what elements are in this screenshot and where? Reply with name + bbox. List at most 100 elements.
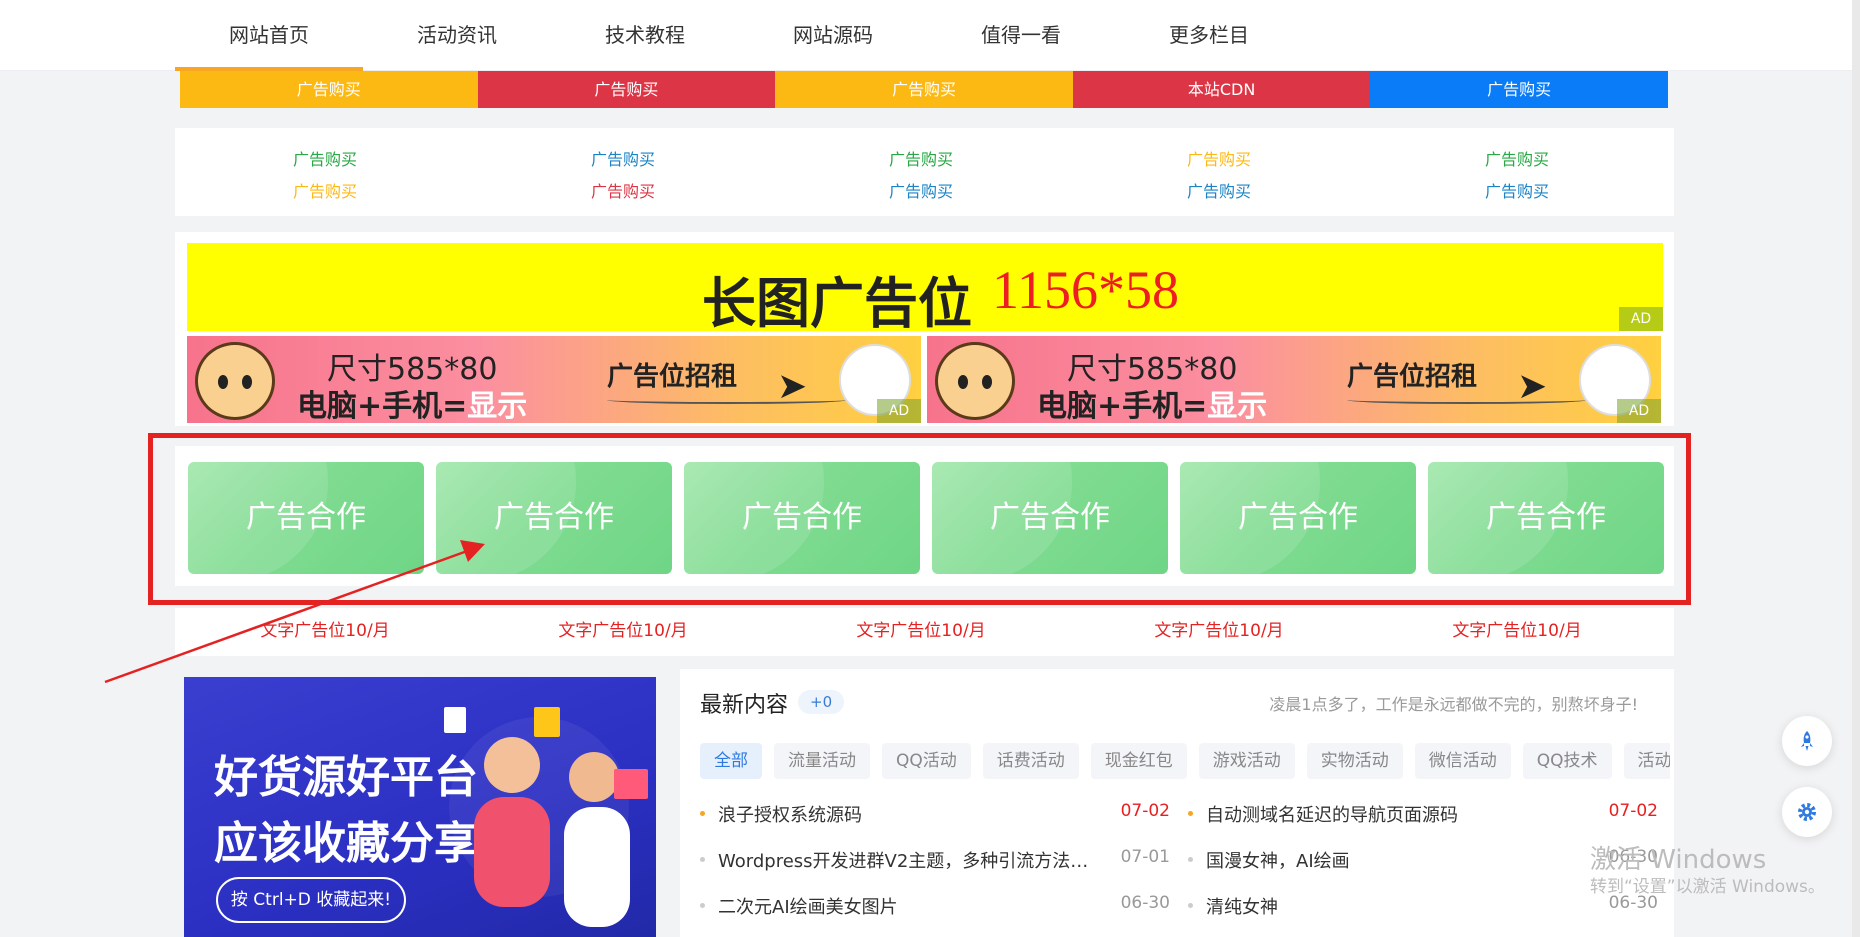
top-nav: 网站首页 活动资讯 技术教程 网站源码 值得一看 更多栏目 (0, 0, 1852, 71)
long-banner-ad[interactable]: 长图广告位 1156*58 AD (187, 243, 1663, 335)
tab-game[interactable]: 游戏活动 (1198, 743, 1295, 779)
color-ad-1[interactable]: 广告购买 (180, 71, 478, 108)
document-icon (534, 707, 560, 737)
text-ad-row: 文字广告位10/月 文字广告位10/月 文字广告位10/月 文字广告位10/月 … (175, 608, 1674, 656)
windows-watermark-hint: 转到“设置”以激活 Windows。 (1590, 877, 1825, 897)
item-title: 浪子授权系统源码 (718, 805, 862, 826)
text-ad-2[interactable]: 文字广告位10/月 (473, 616, 773, 641)
rocket-icon (1801, 731, 1813, 751)
wave-decoration (1347, 396, 1587, 404)
chart-icon (614, 769, 648, 799)
bullet-icon (700, 811, 705, 816)
text-link[interactable]: 广告购买 (1069, 176, 1369, 208)
text-ad-5[interactable]: 文字广告位10/月 (1367, 616, 1667, 641)
half-ad-line2-a: 电脑+手机= (297, 389, 468, 423)
paper-plane-icon: ➤ (1517, 366, 1548, 407)
text-link[interactable]: 广告购买 (771, 176, 1071, 208)
tab-qq-tech[interactable]: QQ技术 (1522, 743, 1612, 779)
highlight-box (148, 433, 1691, 605)
item-date: 07-01 (1120, 847, 1170, 867)
nav-item-tutorial[interactable]: 技术教程 (551, 0, 739, 71)
scrollbar[interactable] (1852, 0, 1860, 937)
tab-phone-bill[interactable]: 话费活动 (982, 743, 1079, 779)
slogan-text: 凌晨1点多了，工作是永远都做不完的，别熬坏身子! (1269, 695, 1638, 714)
person-icon (569, 752, 619, 802)
tab-traffic[interactable]: 流量活动 (774, 743, 870, 779)
nav-item-activity[interactable]: 活动资讯 (363, 0, 551, 71)
item-date: 07-02 (1120, 801, 1170, 821)
paper-plane-icon: ➤ (777, 366, 808, 407)
document-icon (444, 707, 466, 733)
text-link[interactable]: 广告购买 (175, 144, 475, 176)
banner-panel: 长图广告位 1156*58 AD 尺寸585*80 电脑+手机=显示 广告位招租… (175, 232, 1674, 426)
text-links-col-2: 广告购买 广告购买 (473, 144, 773, 208)
nav-item-home[interactable]: 网站首页 (175, 0, 363, 71)
item-title: 自动测域名延迟的导航页面源码 (1206, 805, 1458, 826)
text-link[interactable]: 广告购买 (1367, 144, 1667, 176)
text-ad-4[interactable]: 文字广告位10/月 (1069, 616, 1369, 641)
half-banner-ad-right[interactable]: 尺寸585*80 电脑+手机=显示 广告位招租 ➤ AD (927, 336, 1661, 423)
count-badge: +0 (798, 690, 845, 714)
text-links-col-3: 广告购买 广告购买 (771, 144, 1071, 208)
person-icon (484, 737, 540, 793)
list-item[interactable]: 自动测域名延迟的导航页面源码 07-02 (1188, 799, 1658, 829)
text-link[interactable]: 广告购买 (473, 176, 773, 208)
bullet-icon (1188, 903, 1193, 908)
bookmark-button[interactable]: 按 Ctrl+D 收藏起来! (216, 877, 406, 923)
text-links-col-4: 广告购买 广告购买 (1069, 144, 1369, 208)
promo-banner[interactable]: 好货源好平台 应该收藏分享 按 Ctrl+D 收藏起来! (184, 677, 656, 937)
item-title: 清纯女神 (1206, 897, 1278, 918)
promo-line1: 好货源好平台 (214, 752, 478, 803)
half-banner-ad-left[interactable]: 尺寸585*80 电脑+手机=显示 广告位招租 ➤ AD (187, 336, 921, 423)
text-links-col-1: 广告购买 广告购买 (175, 144, 475, 208)
half-ad-line2-b: 显示 (467, 389, 528, 423)
item-date: 07-02 (1608, 801, 1658, 821)
nav-item-more[interactable]: 更多栏目 (1115, 0, 1303, 71)
list-item[interactable]: 清纯女神 06-30 (1188, 891, 1658, 921)
half-ad-rent: 广告位招租 (607, 362, 738, 392)
windows-watermark-title: 激活 Windows (1590, 845, 1767, 875)
long-ad-text: 长图广告位 (702, 272, 972, 335)
person-body-icon (474, 797, 550, 907)
tab-wechat[interactable]: 微信活动 (1414, 743, 1511, 779)
cartoon-girl-icon (935, 342, 1015, 420)
latest-content-panel: 最新内容 +0 凌晨1点多了，工作是永远都做不完的，别熬坏身子! 全部 流量活动 Q… (680, 669, 1674, 937)
list-item[interactable]: Wordpress开发进群V2主题，多种引流方法，私... 07-01 (700, 845, 1170, 875)
list-item[interactable]: 国漫女神，AI绘画 06-30 (1188, 845, 1658, 875)
ad-tag: AD (1617, 399, 1661, 423)
color-ad-cdn[interactable]: 本站CDN (1072, 71, 1371, 108)
text-link[interactable]: 广告购买 (175, 176, 475, 208)
text-link[interactable]: 广告购买 (771, 144, 1071, 176)
list-item[interactable]: 浪子授权系统源码 07-02 (700, 799, 1170, 829)
bullet-icon (700, 857, 705, 862)
color-ad-5[interactable]: 广告购买 (1370, 71, 1668, 108)
tab-qq-activity[interactable]: QQ活动 (882, 743, 971, 779)
item-title: Wordpress开发进群V2主题，多种引流方法，私... (718, 851, 1103, 872)
bullet-icon (700, 903, 705, 908)
long-ad-size: 1156*58 (992, 260, 1179, 320)
tab-all[interactable]: 全部 (700, 743, 762, 779)
color-ad-3[interactable]: 广告购买 (775, 71, 1073, 108)
section-title: 最新内容 (700, 693, 789, 718)
nav-item-worth[interactable]: 值得一看 (927, 0, 1115, 71)
text-ad-3[interactable]: 文字广告位10/月 (771, 616, 1071, 641)
tab-cash-redpacket[interactable]: 现金红包 (1090, 743, 1187, 779)
item-date: 06-30 (1120, 893, 1170, 913)
bullet-icon (1188, 857, 1193, 862)
cartoon-girl-icon (195, 342, 275, 420)
wave-decoration (607, 396, 847, 404)
category-tabs: 全部 流量活动 QQ活动 话费活动 现金红包 游戏活动 实物活动 微信活动 QQ技术 活动 (700, 743, 1670, 781)
tab-physical[interactable]: 实物活动 (1306, 743, 1403, 779)
settings-button[interactable] (1782, 787, 1832, 837)
color-ad-bar: 广告购买 广告购买 广告购买 本站CDN 广告购买 (180, 71, 1668, 108)
text-link[interactable]: 广告购买 (1069, 144, 1369, 176)
rocket-button[interactable] (1782, 716, 1832, 766)
tab-more[interactable]: 活动 (1623, 743, 1670, 779)
text-ad-1[interactable]: 文字广告位10/月 (175, 616, 475, 641)
person-body-icon (564, 807, 630, 927)
nav-item-source[interactable]: 网站源码 (739, 0, 927, 71)
list-item[interactable]: 二次元AI绘画美女图片 06-30 (700, 891, 1170, 921)
text-link[interactable]: 广告购买 (473, 144, 773, 176)
text-link[interactable]: 广告购买 (1367, 176, 1667, 208)
color-ad-2[interactable]: 广告购买 (477, 71, 776, 108)
